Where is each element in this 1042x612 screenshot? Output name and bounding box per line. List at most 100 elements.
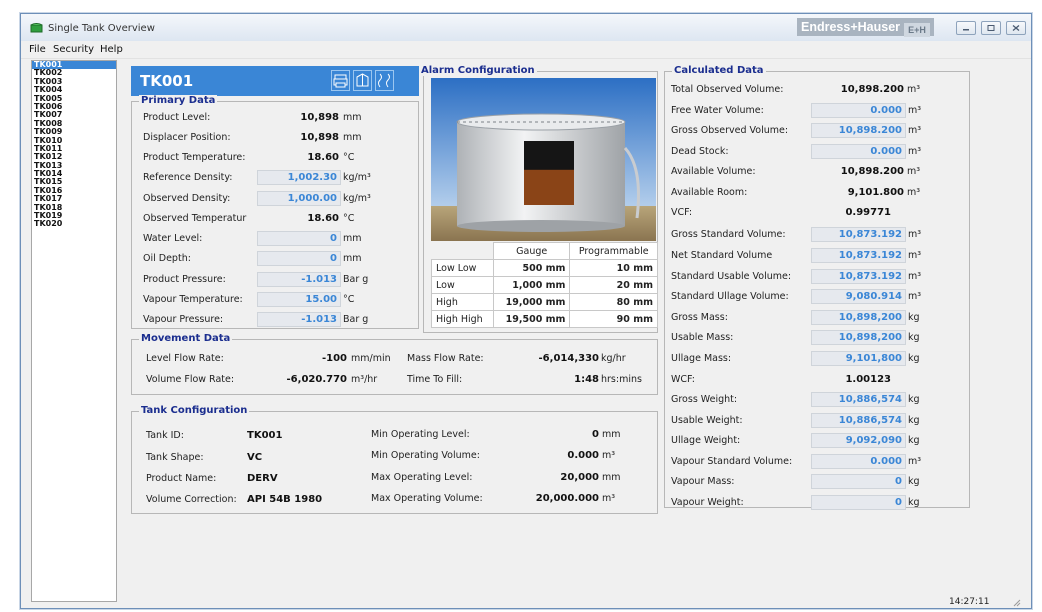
menu-file[interactable]: File [29, 44, 46, 55]
trend-button[interactable] [375, 70, 394, 91]
usable-weight-label: Usable Weight: [671, 415, 743, 426]
vapour-weight-field[interactable]: 0 [811, 495, 906, 510]
alarm-gauge-value: 500 mm [492, 259, 571, 277]
vapour-weight-label: Vapour Weight: [671, 497, 744, 508]
max-op-level-label: Max Operating Level: [371, 472, 473, 483]
sulv-unit: m³ [908, 291, 922, 302]
alarm-config-title: Alarm Configuration [419, 65, 537, 76]
alarm-row-label: Low [431, 276, 494, 294]
tank-header: TK001 [131, 66, 419, 96]
tov-value: 10,898.200 [840, 84, 904, 95]
vapour-weight-unit: kg [908, 497, 920, 508]
resize-grip-icon[interactable] [1011, 597, 1021, 607]
available-room-value: 9,101.800 [847, 187, 904, 198]
maximize-button[interactable] [981, 21, 1002, 35]
suv-field[interactable]: 10,873.192 [811, 269, 906, 284]
movement-data-title: Movement Data [139, 333, 233, 344]
alarm-programmable-value: 90 mm [569, 310, 658, 328]
time-to-fill-unit: hrs:mins [601, 374, 642, 385]
table-row: Low Low 500 mm 10 mm [431, 259, 658, 277]
primary-data-title: Primary Data [139, 95, 218, 106]
gross-weight-unit: kg [908, 394, 920, 405]
vapour-pressure-field[interactable]: -1.013 [257, 312, 341, 327]
usable-weight-field[interactable]: 10,886,574 [811, 413, 906, 428]
single-tank-window: Single Tank Overview Endress+Hauser E+H F… [20, 13, 1032, 609]
printer-icon [333, 74, 348, 88]
product-pressure-field[interactable]: -1.013 [257, 272, 341, 287]
tank-config-title: Tank Configuration [139, 405, 250, 416]
usable-mass-unit: kg [908, 332, 920, 343]
brand-name: Endress+Hauser [801, 20, 901, 34]
time-to-fill-value: 1:48 [574, 374, 599, 385]
product-level-value: 10,898 [300, 112, 339, 123]
vapour-temperature-unit: °C [343, 294, 355, 305]
close-button[interactable] [1006, 21, 1027, 35]
min-op-volume-label: Min Operating Volume: [371, 450, 480, 461]
wcf-label: WCF: [671, 374, 695, 385]
gsv-field[interactable]: 10,873.192 [811, 227, 906, 242]
gross-weight-field[interactable]: 10,886,574 [811, 392, 906, 407]
ullage-weight-field[interactable]: 9,092,090 [811, 433, 906, 448]
product-level-label: Product Level: [143, 112, 211, 123]
volume-flow-rate-value: -6,020.770 [286, 374, 347, 385]
tank-id-label: Tank ID: [146, 430, 184, 441]
sulv-label: Standard Ullage Volume: [671, 291, 789, 302]
window-controls [956, 21, 1028, 38]
wcf-value: 1.00123 [845, 374, 891, 385]
gov-field[interactable]: 10,898.200 [811, 123, 906, 138]
menu-bar: File Security Help [21, 41, 1031, 59]
suv-unit: m³ [908, 271, 922, 282]
observed-density-unit: kg/m³ [343, 193, 371, 204]
max-op-volume-label: Max Operating Volume: [371, 493, 483, 504]
minimize-button[interactable] [956, 21, 976, 35]
sulv-field[interactable]: 9,080.914 [811, 289, 906, 304]
gross-weight-label: Gross Weight: [671, 394, 738, 405]
print-button[interactable] [331, 70, 350, 91]
nsv-label: Net Standard Volume [671, 250, 773, 261]
ullage-mass-unit: kg [908, 353, 920, 364]
fwv-unit: m³ [908, 105, 922, 116]
nsv-field[interactable]: 10,873.192 [811, 248, 906, 263]
water-level-unit: mm [343, 233, 362, 244]
level-flow-rate-unit: mm/min [351, 353, 391, 364]
tank-view-button[interactable] [353, 70, 372, 91]
ullage-weight-label: Ullage Weight: [671, 435, 741, 446]
volume-correction-label: Volume Correction: [146, 494, 237, 505]
water-level-field[interactable]: 0 [257, 231, 341, 246]
gross-mass-label: Gross Mass: [671, 312, 728, 323]
tank-list-item[interactable]: TK020 [32, 220, 116, 229]
min-op-volume-unit: m³ [602, 450, 616, 461]
ullage-mass-field[interactable]: 9,101,800 [811, 351, 906, 366]
vapour-mass-label: Vapour Mass: [671, 476, 735, 487]
usable-mass-field[interactable]: 10,898,200 [811, 330, 906, 345]
max-op-volume-unit: m³ [602, 493, 616, 504]
gsv-label: Gross Standard Volume: [671, 229, 786, 240]
vapour-mass-field[interactable]: 0 [811, 474, 906, 489]
observed-density-label: Observed Density: [143, 193, 231, 204]
reference-density-field[interactable]: 1,002.30 [257, 170, 341, 185]
fwv-field[interactable]: 0.000 [811, 103, 906, 118]
menu-security[interactable]: Security [53, 44, 94, 55]
alarm-row-label: High [431, 293, 494, 311]
reference-density-unit: kg/m³ [343, 172, 371, 183]
water-level-label: Water Level: [143, 233, 203, 244]
oil-depth-field[interactable]: 0 [257, 251, 341, 266]
min-op-level-unit: mm [602, 429, 621, 440]
alarm-row-label: High High [431, 310, 494, 328]
product-pressure-unit: Bar g [343, 274, 369, 285]
vapour-pressure-label: Vapour Pressure: [143, 314, 224, 325]
dead-stock-field[interactable]: 0.000 [811, 144, 906, 159]
available-room-unit: m³ [907, 187, 921, 198]
ullage-mass-label: Ullage Mass: [671, 353, 732, 364]
maximize-icon [987, 25, 995, 31]
vapour-pressure-unit: Bar g [343, 314, 369, 325]
minimize-icon [963, 29, 969, 31]
menu-help[interactable]: Help [100, 44, 123, 55]
vapour-temperature-field[interactable]: 15.00 [257, 292, 341, 307]
gross-mass-field[interactable]: 10,898,200 [811, 310, 906, 325]
displacer-position-value: 10,898 [300, 132, 339, 143]
vsv-field[interactable]: 0.000 [811, 454, 906, 469]
vcf-value: 0.99771 [845, 207, 891, 218]
mass-flow-rate-label: Mass Flow Rate: [407, 353, 484, 364]
observed-density-field[interactable]: 1,000.00 [257, 191, 341, 206]
